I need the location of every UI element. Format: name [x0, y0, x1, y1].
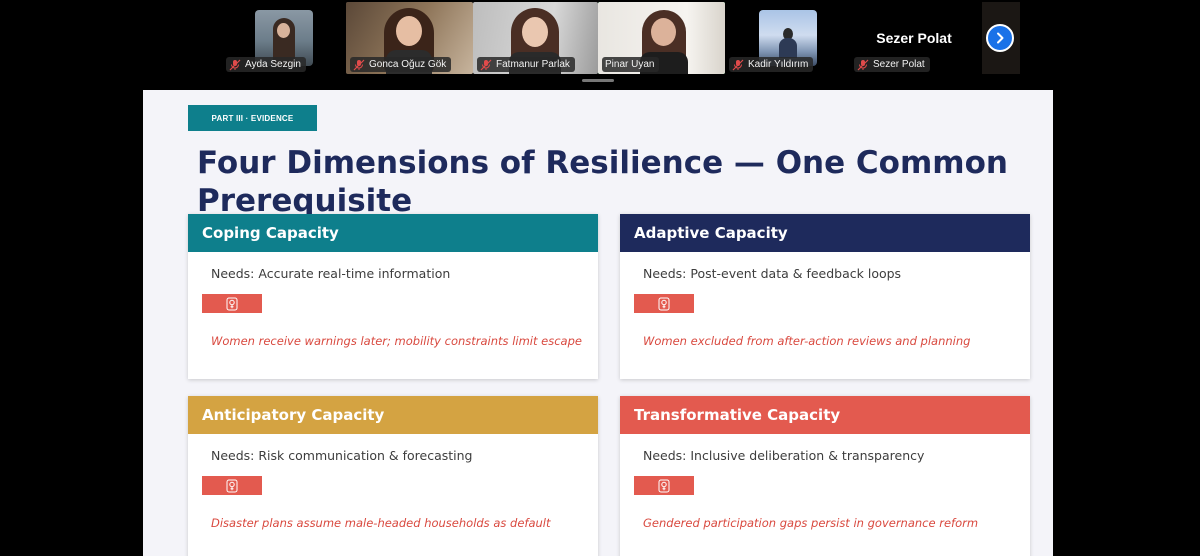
- participant-tile[interactable]: Sezer Polat Sezer Polat: [850, 2, 978, 74]
- chevron-right-icon: [997, 32, 1004, 44]
- dimension-card-adaptive: Adaptive Capacity Needs: Post-event data…: [620, 214, 1030, 379]
- participant-tile[interactable]: Kadir Yıldırım: [725, 2, 850, 74]
- participant-name-label: Fatmanur Parlak: [477, 57, 575, 72]
- participant-name-label: Pinar Uyan: [602, 57, 660, 72]
- card-need: Needs: Inclusive deliberation & transpar…: [643, 448, 925, 463]
- muted-mic-icon: [732, 59, 744, 70]
- dimension-card-anticipatory: Anticipatory Capacity Needs: Risk commun…: [188, 396, 598, 556]
- venus-icon: [226, 297, 238, 310]
- card-title: Transformative Capacity: [634, 406, 841, 424]
- dimension-card-transformative: Transformative Capacity Needs: Inclusive…: [620, 396, 1030, 556]
- card-header: Transformative Capacity: [620, 396, 1030, 434]
- venus-icon: [658, 297, 670, 310]
- participant-tile[interactable]: Ayda Sezgin: [222, 2, 346, 74]
- card-need: Needs: Post-event data & feedback loops: [643, 266, 902, 281]
- participant-name-label: Sezer Polat: [854, 57, 930, 72]
- participant-tile[interactable]: Gonca Oğuz Gök: [346, 2, 473, 74]
- gender-gap-badge: [634, 294, 694, 313]
- muted-mic-icon: [353, 59, 365, 70]
- card-header: Anticipatory Capacity: [188, 396, 598, 434]
- card-header: Adaptive Capacity: [620, 214, 1030, 252]
- participant-display-name: Sezer Polat: [876, 30, 952, 46]
- card-gap-text: Women receive warnings later; mobility c…: [211, 334, 582, 348]
- participant-strip: Ayda Sezgin Gonca Oğuz Gök Fatmanur Parl…: [0, 0, 1200, 90]
- card-gap-text: Disaster plans assume male-headed househ…: [211, 516, 551, 530]
- strip-resize-handle[interactable]: [582, 79, 614, 82]
- dimension-card-coping: Coping Capacity Needs: Accurate real-tim…: [188, 214, 598, 379]
- participant-name-label: Gonca Oğuz Gök: [350, 57, 452, 72]
- card-need: Needs: Accurate real-time information: [211, 266, 451, 281]
- section-tag: PART III · EVIDENCE: [188, 105, 317, 131]
- next-participants-button[interactable]: [986, 24, 1014, 52]
- participant-name-label: Kadir Yıldırım: [729, 57, 814, 72]
- gender-gap-badge: [634, 476, 694, 495]
- participant-name-label: Ayda Sezgin: [226, 57, 306, 72]
- card-title: Adaptive Capacity: [634, 224, 788, 242]
- participant-tile[interactable]: Fatmanur Parlak: [473, 2, 598, 74]
- shared-slide: PART III · EVIDENCE Four Dimensions of R…: [143, 90, 1053, 556]
- muted-mic-icon: [229, 59, 241, 70]
- venus-icon: [658, 479, 670, 492]
- slide-title: Four Dimensions of Resilience — One Comm…: [197, 145, 1008, 219]
- participant-tile-active-speaker[interactable]: Pinar Uyan: [598, 2, 725, 74]
- card-header: Coping Capacity: [188, 214, 598, 252]
- muted-mic-icon: [480, 59, 492, 70]
- card-gap-text: Gendered participation gaps persist in g…: [643, 516, 979, 530]
- muted-mic-icon: [857, 59, 869, 70]
- card-title: Anticipatory Capacity: [202, 406, 385, 424]
- card-gap-text: Women excluded from after-action reviews…: [643, 334, 971, 348]
- venus-icon: [226, 479, 238, 492]
- gender-gap-badge: [202, 476, 262, 495]
- card-need: Needs: Risk communication & forecasting: [211, 448, 473, 463]
- card-title: Coping Capacity: [202, 224, 339, 242]
- gender-gap-badge: [202, 294, 262, 313]
